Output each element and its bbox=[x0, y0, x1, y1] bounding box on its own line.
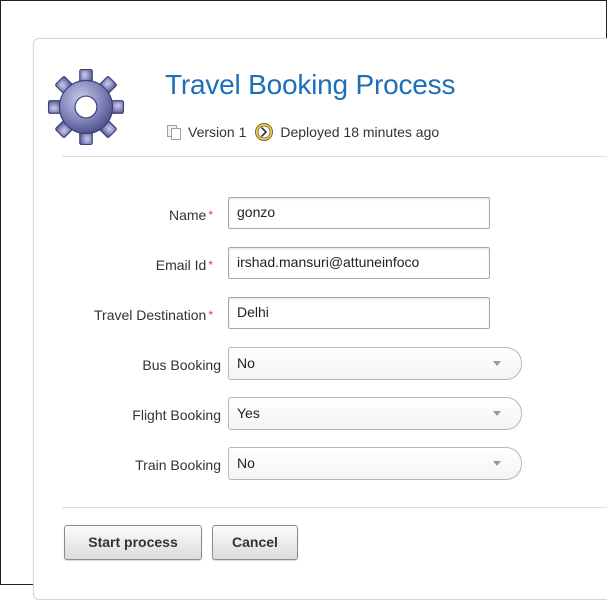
cancel-button[interactable]: Cancel bbox=[212, 525, 298, 560]
flight-booking-label: Flight Booking bbox=[132, 407, 221, 423]
name-label: Name * bbox=[168, 207, 213, 223]
version-text: Version 1 bbox=[188, 124, 247, 140]
page-title: Travel Booking Process bbox=[165, 69, 456, 100]
chevron-down-icon bbox=[493, 411, 501, 416]
chevron-down-icon bbox=[493, 361, 501, 366]
flight-booking-select[interactable]: Yes bbox=[228, 397, 522, 430]
required-marker: * bbox=[208, 258, 213, 272]
chevron-down-icon bbox=[493, 461, 501, 466]
travel-destination-input[interactable]: Delhi bbox=[228, 297, 490, 329]
bus-booking-label: Bus Booking bbox=[142, 357, 221, 373]
train-booking-label: Train Booking bbox=[135, 457, 221, 473]
bus-booking-select[interactable]: No bbox=[228, 347, 522, 380]
email-label: Email Id * bbox=[155, 257, 213, 273]
process-header: Travel Booking Process Version 1 Deploye… bbox=[0, 0, 607, 160]
process-meta: Version 1 Deployed 18 minutes ago bbox=[166, 122, 439, 142]
start-process-button[interactable]: Start process bbox=[64, 525, 202, 560]
train-booking-select[interactable]: No bbox=[228, 447, 522, 480]
train-booking-value: No bbox=[237, 455, 255, 471]
clock-deploy-icon bbox=[255, 123, 274, 141]
bus-booking-value: No bbox=[237, 355, 255, 371]
gear-icon bbox=[47, 68, 125, 146]
email-input[interactable]: irshad.mansuri@attuneinfoco bbox=[228, 247, 490, 279]
required-marker: * bbox=[208, 208, 213, 222]
header-divider bbox=[62, 156, 607, 157]
required-marker: * bbox=[208, 308, 213, 322]
name-input[interactable]: gonzo bbox=[228, 197, 490, 229]
travel-destination-label: Travel Destination * bbox=[94, 307, 213, 323]
form-footer-divider bbox=[62, 507, 607, 508]
deployed-text: Deployed 18 minutes ago bbox=[280, 124, 440, 140]
version-copy-icon bbox=[167, 125, 181, 140]
flight-booking-value: Yes bbox=[237, 405, 260, 421]
